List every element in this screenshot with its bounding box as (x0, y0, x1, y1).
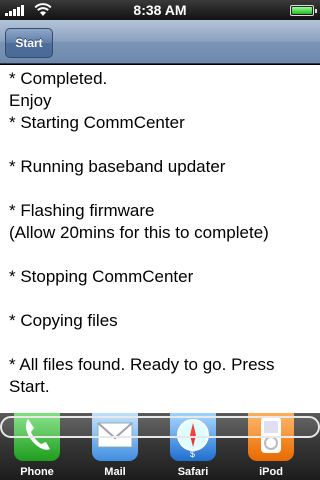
log-view: * Completed. Enjoy * Starting CommCenter… (0, 65, 320, 413)
start-button[interactable]: Start (5, 28, 53, 58)
dock-label-ipod: iPod (259, 466, 283, 478)
dock-label-phone: Phone (20, 466, 54, 478)
svg-text:$: $ (190, 449, 195, 459)
log-line: * Stopping CommCenter (9, 267, 194, 286)
log-line: * Running baseband updater (9, 157, 226, 176)
dock-label-safari: Safari (177, 466, 209, 478)
slide-track[interactable] (0, 416, 320, 438)
log-line: * All files found. Ready to go. Press (9, 355, 275, 374)
dock-label-mail: Mail (104, 466, 126, 478)
log-line: * Copying files (9, 311, 118, 330)
log-line: * Flashing firmware (9, 201, 155, 220)
log-line: Enjoy (9, 91, 52, 110)
log-line: * Starting CommCenter (9, 113, 185, 132)
status-time: 8:38 AM (133, 2, 187, 18)
log-line: Start. (9, 377, 50, 396)
log-line: * Completed. (9, 69, 108, 88)
status-bar: 8:38 AM (0, 0, 320, 20)
battery-icon (290, 5, 317, 16)
navigation-bar: Start (0, 20, 320, 64)
log-line: (Allow 20mins for this to complete) (9, 223, 269, 242)
